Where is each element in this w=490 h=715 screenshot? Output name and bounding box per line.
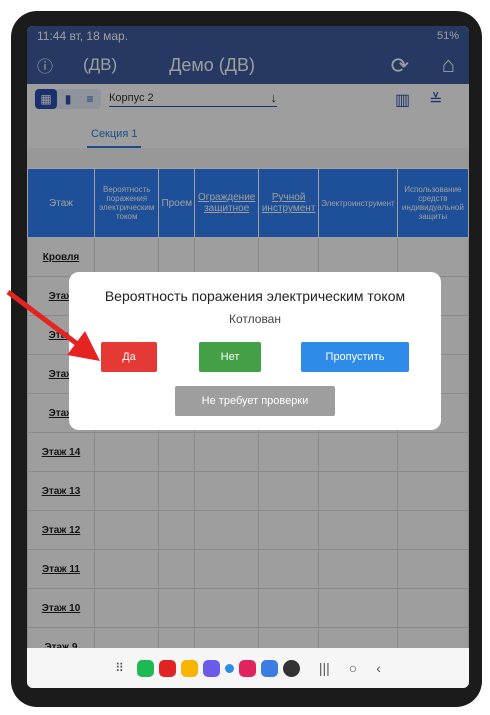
screen: 11:44 вт, 18 мар. 51% ⓘ (ДВ) Демо (ДВ) ⟳… bbox=[27, 26, 469, 688]
dialog-subtitle: Котлован bbox=[229, 312, 281, 326]
no-button[interactable]: Нет bbox=[199, 342, 261, 372]
section-tabs: Секция 1 bbox=[27, 114, 469, 148]
floor-label[interactable]: Этаж 10 bbox=[27, 588, 95, 628]
check-cell[interactable] bbox=[158, 237, 196, 277]
view-toggle: ▦ ▮ ≡ bbox=[35, 89, 101, 109]
recents-icon[interactable]: ||| bbox=[319, 660, 330, 676]
project-code: (ДВ) bbox=[83, 55, 118, 74]
column-header[interactable]: Электроинструмент bbox=[318, 168, 398, 238]
column-header[interactable]: Проем bbox=[158, 168, 196, 238]
check-cell[interactable] bbox=[194, 432, 260, 472]
table-row: Этаж 11 bbox=[27, 549, 469, 589]
tab-section-1[interactable]: Секция 1 bbox=[87, 128, 142, 148]
app-icon[interactable] bbox=[238, 659, 256, 677]
sync-icon[interactable]: ⟳ bbox=[391, 53, 409, 79]
check-cell[interactable] bbox=[258, 471, 320, 511]
app-bar: ⓘ (ДВ) Демо (ДВ) ⟳ ⌂ bbox=[27, 46, 469, 84]
check-cell[interactable] bbox=[396, 237, 469, 277]
check-cell[interactable] bbox=[318, 237, 398, 277]
check-cell[interactable] bbox=[158, 432, 196, 472]
check-cell[interactable] bbox=[396, 471, 469, 511]
status-time: 11:44 bbox=[37, 29, 67, 43]
check-cell[interactable] bbox=[194, 237, 260, 277]
no-check-needed-button[interactable]: Не требует проверки bbox=[175, 386, 335, 416]
table-row: Этаж 14 bbox=[27, 432, 469, 472]
check-cell[interactable] bbox=[194, 549, 260, 589]
check-cell[interactable] bbox=[158, 471, 196, 511]
check-cell[interactable] bbox=[258, 549, 320, 589]
check-cell[interactable] bbox=[93, 237, 160, 277]
floor-label[interactable]: Этаж 14 bbox=[27, 432, 95, 472]
app-icon[interactable] bbox=[224, 663, 234, 673]
column-header[interactable]: Ограждение защитное bbox=[194, 168, 260, 238]
skip-button[interactable]: Пропустить bbox=[301, 342, 409, 372]
table-row: Этаж 12 bbox=[27, 510, 469, 550]
system-nav-bar: ⠿ ||| ○ ‹ bbox=[27, 648, 469, 688]
check-cell[interactable] bbox=[93, 549, 160, 589]
building-value: Корпус 2 bbox=[109, 91, 154, 104]
column-header[interactable]: Использование средств индивидуальной защ… bbox=[396, 168, 469, 238]
app-icon[interactable] bbox=[158, 659, 176, 677]
check-cell[interactable] bbox=[93, 510, 160, 550]
app-icon[interactable] bbox=[202, 659, 220, 677]
column-header[interactable]: Вероятность поражения электрическим токо… bbox=[93, 168, 160, 238]
check-cell[interactable] bbox=[396, 432, 469, 472]
dialog-title: Вероятность поражения электрическим токо… bbox=[104, 288, 406, 304]
floor-label[interactable]: Этаж 12 bbox=[27, 510, 95, 550]
back-icon[interactable]: ‹ bbox=[376, 660, 381, 676]
check-cell[interactable] bbox=[158, 510, 196, 550]
app-icon[interactable] bbox=[136, 659, 154, 677]
home-nav-icon[interactable]: ○ bbox=[349, 660, 357, 676]
yes-button[interactable]: Да bbox=[101, 342, 157, 372]
check-cell[interactable] bbox=[258, 432, 320, 472]
check-cell[interactable] bbox=[194, 471, 260, 511]
list-view-icon[interactable]: ≡ bbox=[79, 89, 101, 109]
app-icon[interactable] bbox=[180, 659, 198, 677]
building-select[interactable]: Корпус 2 ↓ bbox=[109, 89, 278, 107]
floor-label[interactable]: Этаж 11 bbox=[27, 549, 95, 589]
toolbar: ▦ ▮ ≡ Корпус 2 ↓ ▥ ≚ bbox=[27, 84, 469, 114]
info-icon[interactable]: ⓘ bbox=[37, 53, 57, 77]
check-cell[interactable] bbox=[318, 471, 398, 511]
status-date: вт, 18 мар. bbox=[69, 29, 129, 43]
app-icon[interactable] bbox=[282, 659, 300, 677]
check-cell[interactable] bbox=[396, 588, 469, 628]
check-cell[interactable] bbox=[194, 588, 260, 628]
check-cell[interactable] bbox=[93, 432, 160, 472]
check-cell[interactable] bbox=[158, 549, 196, 589]
check-cell[interactable] bbox=[93, 471, 160, 511]
check-cell[interactable] bbox=[396, 510, 469, 550]
check-cell[interactable] bbox=[194, 510, 260, 550]
check-cell[interactable] bbox=[318, 549, 398, 589]
check-cell[interactable] bbox=[258, 510, 320, 550]
check-cell[interactable] bbox=[396, 549, 469, 589]
check-cell[interactable] bbox=[318, 588, 398, 628]
floor-label[interactable]: Кровля bbox=[27, 237, 95, 277]
column-header[interactable]: Ручной инструмент bbox=[258, 168, 320, 238]
table-row: Этаж 10 bbox=[27, 588, 469, 628]
table-view-icon[interactable]: ▦ bbox=[35, 89, 57, 109]
page-title: Демо (ДВ) bbox=[169, 54, 255, 75]
check-cell[interactable] bbox=[318, 432, 398, 472]
check-cell[interactable] bbox=[318, 510, 398, 550]
floor-label[interactable]: Этаж 13 bbox=[27, 471, 95, 511]
app-icon[interactable] bbox=[260, 659, 278, 677]
plan-view-icon[interactable]: ▮ bbox=[57, 89, 79, 109]
check-cell[interactable] bbox=[93, 588, 160, 628]
battery-level: 51% bbox=[436, 30, 459, 42]
column-header: Этаж bbox=[27, 168, 95, 238]
filter-check-icon[interactable]: ≚ bbox=[429, 90, 442, 110]
arrow-down-icon: ↓ bbox=[270, 89, 278, 105]
apps-grid-icon[interactable]: ⠿ bbox=[115, 661, 124, 675]
grid-settings-icon[interactable]: ▥ bbox=[395, 90, 410, 110]
check-cell[interactable] bbox=[258, 588, 320, 628]
status-bar: 11:44 вт, 18 мар. 51% bbox=[27, 26, 469, 46]
table-row: Этаж 13 bbox=[27, 471, 469, 511]
home-icon[interactable]: ⌂ bbox=[442, 52, 455, 78]
check-cell[interactable] bbox=[258, 237, 320, 277]
table-row: Кровля bbox=[27, 237, 469, 277]
check-cell[interactable] bbox=[158, 588, 196, 628]
confirm-dialog: Вероятность поражения электрическим токо… bbox=[69, 272, 441, 430]
